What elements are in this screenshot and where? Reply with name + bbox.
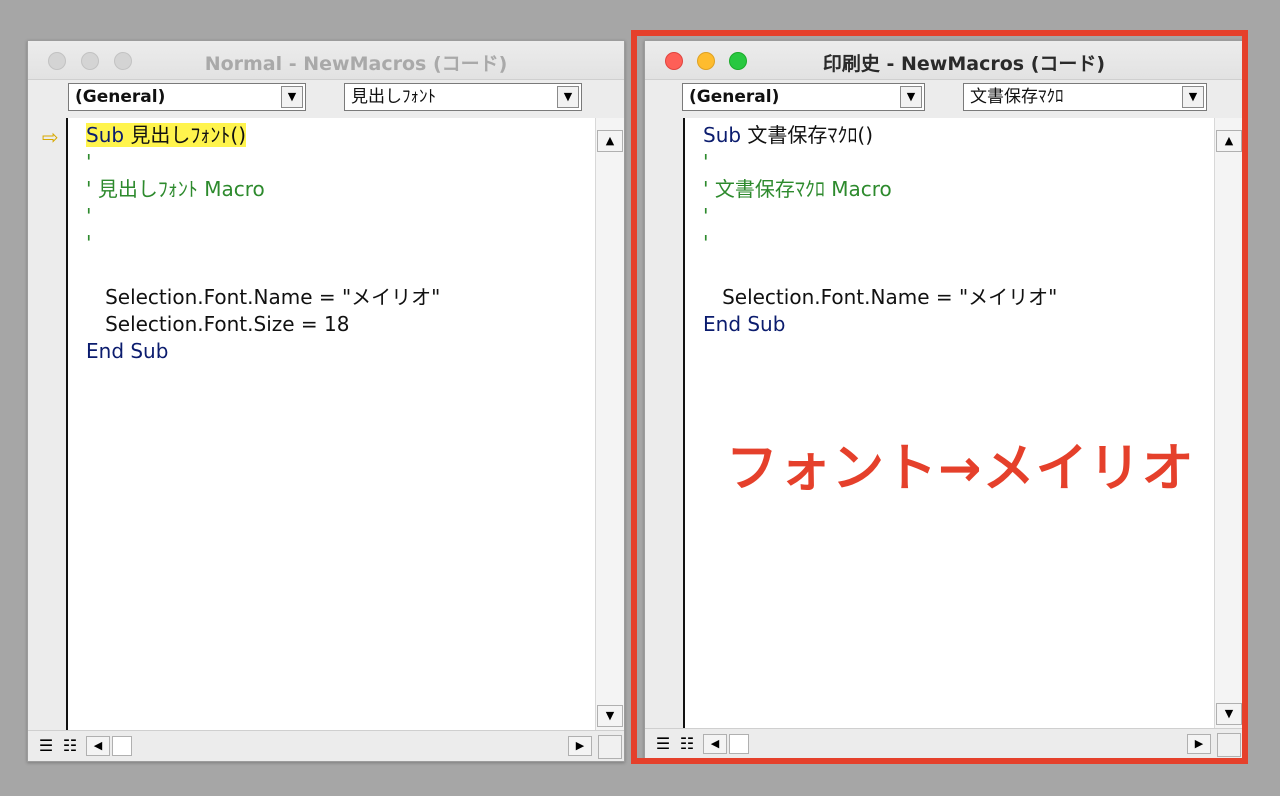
keyword: Sub <box>86 123 125 147</box>
code-text[interactable]: Sub 見出しﾌｫﾝﾄ() ' ' 見出しﾌｫﾝﾄ Macro ' ' Sele… <box>86 122 594 365</box>
code-line[interactable]: ' <box>86 230 594 257</box>
procedure-view-icon[interactable]: ☰ <box>36 736 56 756</box>
code-line[interactable]: Selection.Font.Size = 18 <box>86 311 594 338</box>
annotation-text: フォント→メイリオ <box>726 439 1195 499</box>
code-line[interactable]: Sub 見出しﾌｫﾝﾄ() <box>86 122 594 149</box>
execution-point-arrow-icon: ⇨ <box>42 125 59 149</box>
titlebar[interactable]: Normal - NewMacros (コード) <box>28 41 624 80</box>
margin-divider <box>66 118 68 761</box>
code-line[interactable]: ' <box>86 203 594 230</box>
code-editor[interactable]: ⇨ Sub 見出しﾌｫﾝﾄ() ' ' 見出しﾌｫﾝﾄ Macro ' ' Se… <box>28 118 624 761</box>
margin-indicator-bar[interactable]: ⇨ <box>28 118 66 731</box>
dropdown-arrow-icon[interactable]: ▼ <box>557 86 579 108</box>
highlight-frame <box>631 30 1248 764</box>
scroll-right-icon[interactable]: ▶ <box>568 736 592 756</box>
code-window-normal: Normal - NewMacros (コード) (General) ▼ 見出し… <box>27 40 625 762</box>
procedure-select-value: 見出しﾌｫﾝﾄ <box>351 87 436 107</box>
procedure-select[interactable]: 見出しﾌｫﾝﾄ ▼ <box>344 83 582 111</box>
code-line[interactable]: ' <box>86 149 594 176</box>
vertical-scrollbar[interactable]: ▲ ▼ <box>595 118 624 731</box>
resize-grip[interactable] <box>598 735 622 759</box>
bottom-bar: ☰ ☷ ◀ ▶ <box>28 730 624 761</box>
proc-name: 見出しﾌｫﾝﾄ() <box>124 123 247 147</box>
code-line[interactable] <box>86 257 594 284</box>
code-line[interactable]: End Sub <box>86 338 594 365</box>
selector-row: (General) ▼ 見出しﾌｫﾝﾄ ▼ <box>28 81 624 117</box>
scroll-down-icon[interactable]: ▼ <box>597 705 623 727</box>
object-select-value: (General) <box>75 87 166 107</box>
window-title: Normal - NewMacros (コード) <box>204 53 508 75</box>
full-module-view-icon[interactable]: ☷ <box>60 736 80 756</box>
code-line[interactable]: ' 見出しﾌｫﾝﾄ Macro <box>86 176 594 203</box>
dropdown-arrow-icon[interactable]: ▼ <box>281 86 303 108</box>
code-line[interactable]: Selection.Font.Name = "メイリオ" <box>86 284 594 311</box>
horizontal-scroll-thumb[interactable] <box>112 736 132 756</box>
scroll-up-icon[interactable]: ▲ <box>597 130 623 152</box>
scroll-left-icon[interactable]: ◀ <box>86 736 110 756</box>
object-select[interactable]: (General) ▼ <box>68 83 306 111</box>
